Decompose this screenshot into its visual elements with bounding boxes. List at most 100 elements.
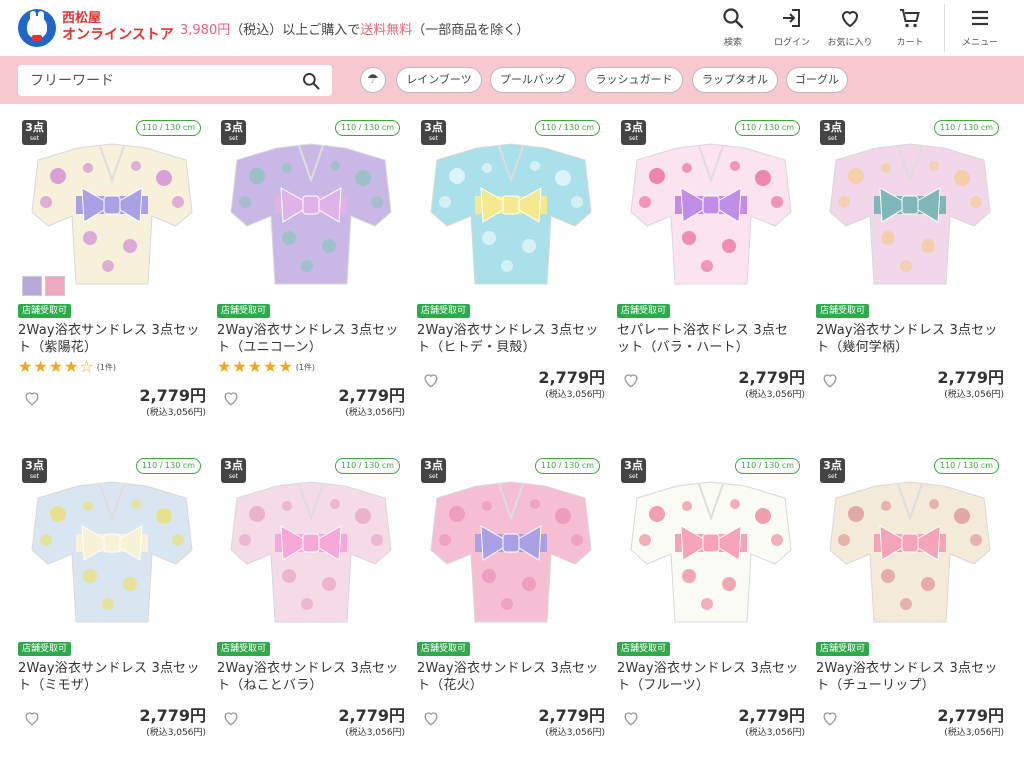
three-piece-set-badge: 3点 set [820, 458, 845, 483]
nav-search[interactable]: 検索 [718, 6, 748, 52]
logo-line2: オンラインストア [62, 27, 174, 44]
size-badge: 110 / 130 cm [735, 120, 800, 136]
product-name[interactable]: 2Way浴衣サンドレス 3点セッ ト（ヒトデ・貝殻） [417, 322, 605, 356]
product-name[interactable]: 2Way浴衣サンドレス 3点セッ ト（ユニコーン） [217, 322, 405, 356]
product-image[interactable]: 3点 set 110 / 130 cm [18, 116, 206, 301]
nav-login-label: ログイン [773, 38, 810, 48]
product-name-line1: セパレート浴衣ドレス 3点セ [617, 323, 789, 338]
star-empty-icon: ☆ [79, 357, 94, 376]
favorite-heart-icon[interactable] [820, 708, 840, 728]
product-name-line2: ット（バラ・ハート） [617, 340, 750, 355]
product-name-line2: ト（ヒトデ・貝殻） [417, 340, 536, 355]
free-shipping-promo: 3,980円（税込）以上ご購入で送料無料（一部商品を除く） [180, 19, 529, 38]
product-price-tax-included: (税込3,056円) [345, 728, 405, 738]
nav-menu[interactable]: メニュー [960, 6, 1000, 52]
store-pickup-badge: 店舗受取可 [617, 642, 671, 656]
product-name-line2: ト（紫陽花） [18, 340, 98, 355]
set-badge-word: set [29, 473, 40, 480]
product-image[interactable]: 3点 set 110 / 130 cm [816, 116, 1004, 301]
product-name[interactable]: 2Way浴衣サンドレス 3点セッ ト（紫陽花） [18, 322, 206, 356]
site-header: 西松屋 オンラインストア 3,980円（税込）以上ご購入で送料無料（一部商品を除… [0, 0, 1024, 56]
product-image[interactable]: 3点 set 110 / 130 cm [217, 116, 405, 301]
store-pickup-badge: 店舗受取可 [217, 304, 271, 318]
product-image[interactable]: 3点 set 110 / 130 cm [617, 116, 805, 301]
product-image[interactable]: 3点 set 110 / 130 cm [617, 454, 805, 639]
product-name[interactable]: 2Way浴衣サンドレス 3点セッ ト（フルーツ） [617, 660, 805, 694]
product-price: 2,779円 [738, 368, 805, 387]
rating-count: (1件) [96, 362, 117, 372]
nav-login[interactable]: ログイン [770, 6, 814, 52]
product-price: 2,779円 [139, 706, 206, 725]
product-image[interactable]: 3点 set 110 / 130 cm [417, 116, 605, 301]
favorite-heart-icon[interactable] [621, 708, 641, 728]
favorite-heart-icon[interactable] [421, 708, 441, 728]
three-piece-set-badge: 3点 set [221, 120, 246, 145]
product-name[interactable]: 2Way浴衣サンドレス 3点セッ ト（幾何学柄） [816, 322, 1004, 356]
set-badge-number: 3点 [823, 121, 842, 134]
favorite-heart-icon[interactable] [820, 370, 840, 390]
product-name-line2: ト（ねことバラ） [217, 678, 323, 693]
product-name-line1: 2Way浴衣サンドレス 3点セッ [816, 661, 998, 676]
set-badge-number: 3点 [224, 459, 243, 472]
star-filled-icon: ★ [33, 357, 48, 376]
favorite-heart-icon[interactable] [22, 388, 42, 408]
logo-line1: 西松屋 [62, 11, 102, 27]
product-image[interactable]: 3点 set 110 / 130 cm [18, 454, 206, 639]
store-logo[interactable]: 西松屋 オンラインストア [18, 8, 178, 48]
chip-pool-bag[interactable]: プールバッグ [490, 67, 576, 93]
favorite-heart-icon[interactable] [221, 388, 241, 408]
product-name[interactable]: 2Way浴衣サンドレス 3点セッ ト（ねことバラ） [217, 660, 405, 694]
product-price-tax-included: (税込3,056円) [146, 408, 206, 418]
nav-favorites[interactable]: お気に入り [824, 6, 876, 52]
umbrella-chip[interactable]: ☂ [360, 67, 386, 93]
chip-wrap-towel[interactable]: ラップタオル [692, 67, 778, 93]
product-image[interactable]: 3点 set 110 / 130 cm [816, 454, 1004, 639]
product-name[interactable]: 2Way浴衣サンドレス 3点セッ ト（ミモザ） [18, 660, 206, 694]
product-price: 2,779円 [738, 706, 805, 725]
size-badge: 110 / 130 cm [335, 120, 400, 136]
nav-search-label: 検索 [723, 38, 742, 48]
set-badge-number: 3点 [25, 121, 44, 134]
store-pickup-badge: 店舗受取可 [617, 304, 671, 318]
nav-cart[interactable]: カート [893, 6, 927, 52]
chip-goggles[interactable]: ゴーグル [786, 67, 848, 93]
product-price: 2,779円 [538, 706, 605, 725]
store-pickup-badge: 店舗受取可 [816, 304, 870, 318]
promo-end: （一部商品を除く） [412, 23, 530, 38]
promo-price: 3,980円 [180, 23, 231, 38]
product-name[interactable]: セパレート浴衣ドレス 3点セ ット（バラ・ハート） [617, 322, 805, 356]
product-name[interactable]: 2Way浴衣サンドレス 3点セッ ト（花火） [417, 660, 605, 694]
product-price: 2,779円 [937, 368, 1004, 387]
product-price: 2,779円 [538, 368, 605, 387]
product-image[interactable]: 3点 set 110 / 130 cm [417, 454, 605, 639]
chip-rash-guard[interactable]: ラッシュガード [585, 67, 683, 93]
set-badge-word: set [827, 135, 838, 142]
search-box [18, 65, 332, 96]
size-badge: 110 / 130 cm [535, 120, 600, 136]
promo-free-shipping: 送料無料 [360, 23, 413, 38]
product-price-tax-included: (税込3,056円) [345, 408, 405, 418]
search-submit-icon[interactable] [301, 71, 321, 91]
product-price-tax-included: (税込3,056円) [146, 728, 206, 738]
nav-divider [944, 4, 945, 52]
search-input[interactable] [30, 65, 290, 96]
product-price-tax-included: (税込3,056円) [745, 390, 805, 400]
product-image[interactable]: 3点 set 110 / 130 cm [217, 454, 405, 639]
rating-count: (1件) [295, 362, 316, 372]
color-swatch-pink[interactable] [45, 276, 65, 296]
favorite-heart-icon[interactable] [22, 708, 42, 728]
product-name-line1: 2Way浴衣サンドレス 3点セッ [217, 661, 399, 676]
favorite-heart-icon[interactable] [221, 708, 241, 728]
set-badge-number: 3点 [424, 459, 443, 472]
chip-rain-boots[interactable]: レインブーツ [396, 67, 482, 93]
favorite-heart-icon[interactable] [621, 370, 641, 390]
product-price-tax-included: (税込3,056円) [745, 728, 805, 738]
product-name-line2: ト（チューリップ） [816, 678, 935, 693]
favorite-heart-icon[interactable] [421, 370, 441, 390]
product-name-line1: 2Way浴衣サンドレス 3点セッ [816, 323, 998, 338]
nav-favorites-label: お気に入り [827, 38, 873, 48]
color-swatch-purple[interactable] [22, 276, 42, 296]
rating-stars: ★ ★ ★ ★ ☆ (1件) [18, 359, 116, 375]
product-price: 2,779円 [338, 706, 405, 725]
product-name[interactable]: 2Way浴衣サンドレス 3点セッ ト（チューリップ） [816, 660, 1004, 694]
